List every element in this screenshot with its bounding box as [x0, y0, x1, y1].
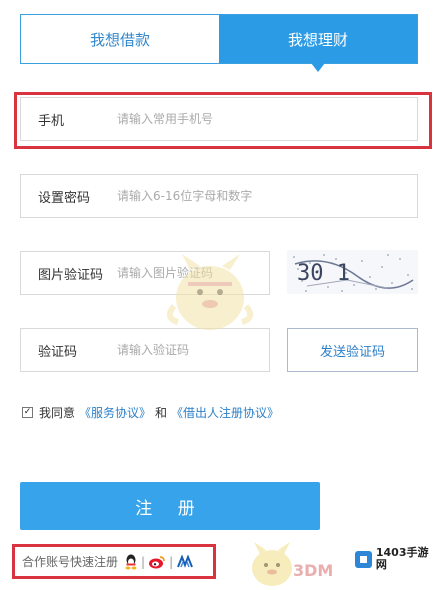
image-captcha-field[interactable]: 图片验证码 [20, 251, 270, 295]
register-button[interactable]: 注 册 [20, 482, 320, 530]
agreement-row: ✓ 我同意 《服务协议》 和 《借出人注册协议》 [22, 404, 283, 421]
separator-2: | [169, 554, 174, 569]
captcha-image[interactable]: 30 1 [287, 250, 418, 294]
site-logo-icon [355, 550, 372, 568]
image-captcha-input[interactable] [99, 266, 269, 280]
phone-field[interactable]: 手机 [20, 97, 418, 141]
separator-1: | [141, 554, 146, 569]
send-code-button[interactable]: 发送验证码 [287, 328, 418, 372]
tab-invest[interactable]: 我想理财 [219, 15, 417, 72]
sms-code-label: 验证码 [38, 344, 78, 360]
mascot-watermark-bottom [252, 542, 292, 586]
tab-bar: 我想借款 我想理财 [20, 14, 418, 72]
agree-checkbox[interactable]: ✓ [22, 407, 33, 418]
password-field[interactable]: 设置密码 [20, 174, 418, 218]
weibo-icon[interactable] [148, 555, 166, 569]
phone-input[interactable] [99, 112, 417, 126]
agree-prefix: 我同意 [39, 406, 76, 420]
quick-register-box: 合作账号快速注册 | | [12, 544, 216, 579]
image-captcha-label: 图片验证码 [38, 267, 104, 283]
captcha-text: 30 1 [297, 261, 350, 286]
sms-code-field[interactable]: 验证码 [20, 328, 270, 372]
brand-watermark: 3DM [293, 561, 334, 580]
borrower-agreement-link[interactable]: 《借出人注册协议》 [171, 404, 279, 421]
agree-conjunction: 和 [155, 406, 168, 420]
renren-icon[interactable] [176, 554, 194, 569]
quick-register-label: 合作账号快速注册 [22, 555, 119, 569]
phone-label: 手机 [38, 113, 65, 129]
service-agreement-link[interactable]: 《服务协议》 [79, 404, 151, 421]
site-name: 1403手游网 [375, 546, 429, 572]
tab-borrow[interactable]: 我想借款 [21, 15, 219, 63]
captcha-noise-graphic: 30 1 [293, 254, 414, 292]
qq-icon[interactable] [124, 554, 138, 570]
site-watermark: 1403手游网 [355, 546, 439, 572]
sms-code-input[interactable] [99, 343, 269, 357]
password-label: 设置密码 [38, 190, 91, 206]
password-input[interactable] [99, 189, 417, 203]
